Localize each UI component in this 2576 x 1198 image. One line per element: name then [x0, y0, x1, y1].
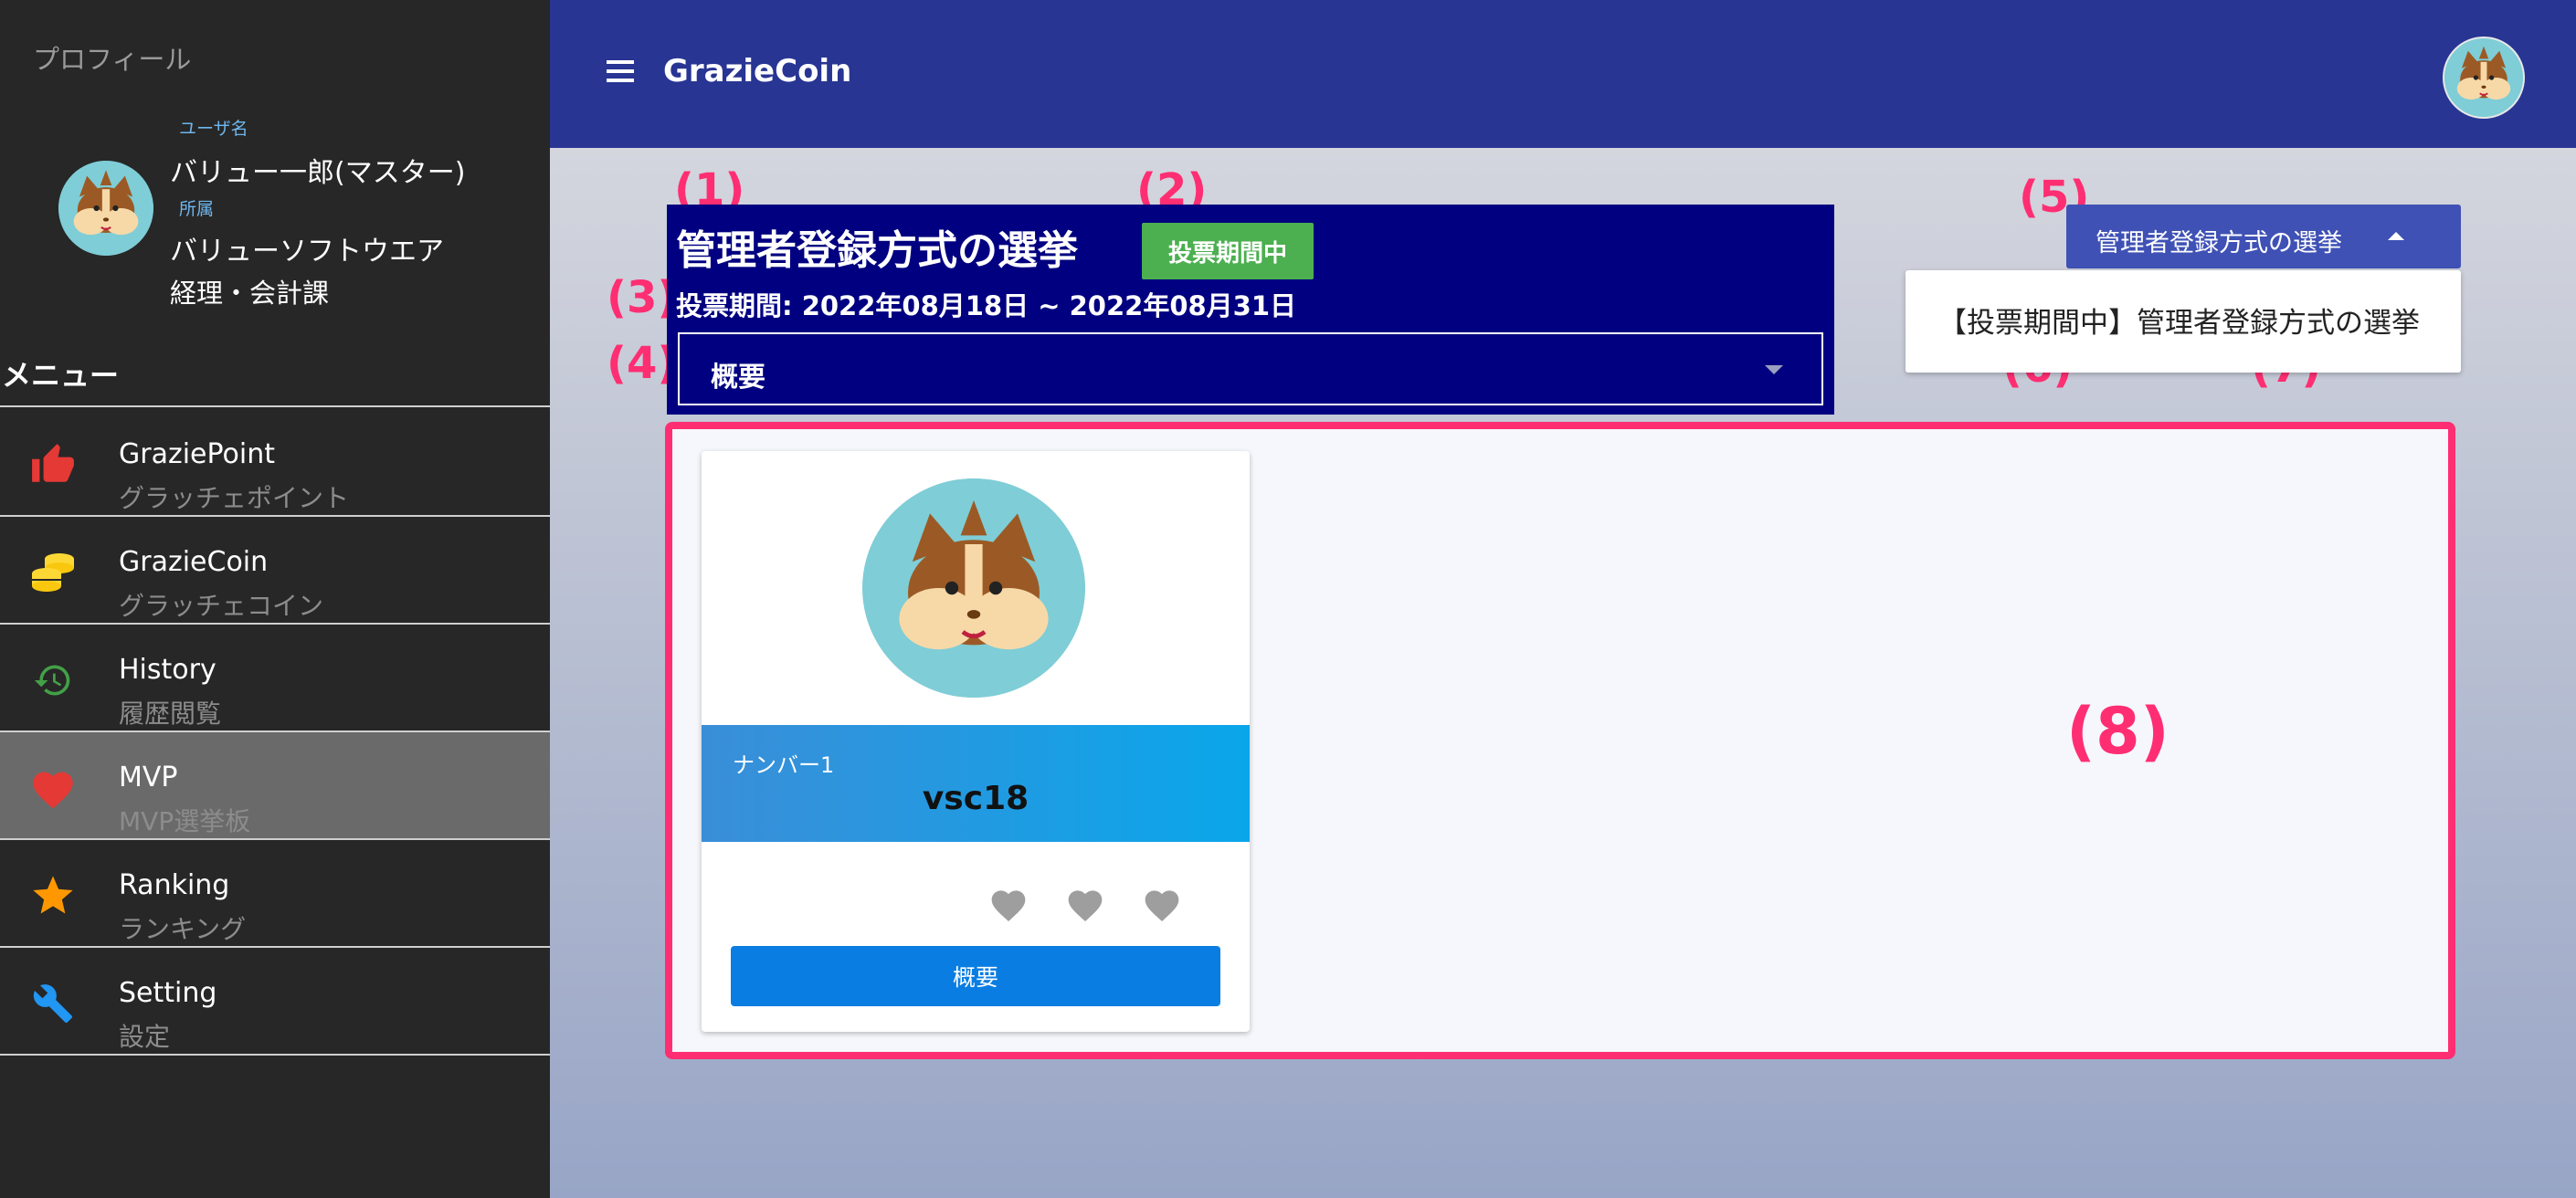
star-icon: [26, 873, 80, 919]
sidebar-menu: GraziePoint グラッチェポイント GrazieCoin グラッチェコイ…: [0, 409, 550, 1056]
user-name-label: ユーザ名: [179, 119, 248, 139]
account-avatar[interactable]: [2443, 37, 2525, 119]
sidebar-item-title: MVP: [119, 762, 178, 793]
sidebar-item-subtitle: 履歴閲覧: [119, 699, 222, 729]
menu-title: メニュー: [2, 358, 120, 393]
sidebar-item-subtitle: グラッチェポイント: [119, 483, 350, 513]
sidebar-item-title: GrazieCoin: [119, 546, 269, 578]
sidebar-item-subtitle: 設定: [119, 1022, 171, 1052]
sidebar-item-title: History: [119, 654, 216, 686]
vote-hearts: [988, 884, 1226, 924]
thumbs-up-icon: [26, 442, 80, 488]
overview-select-value: 概要: [711, 362, 765, 394]
overview-button[interactable]: 概要: [731, 946, 1220, 1006]
sidebar-item-history[interactable]: History 履歴閲覧: [0, 625, 550, 732]
chevron-up-icon: [2388, 232, 2404, 240]
org-name: バリューソフトウエア: [170, 236, 444, 268]
sidebar-item-graziepoint[interactable]: GraziePoint グラッチェポイント: [0, 409, 550, 517]
sidebar-item-graziecoin[interactable]: GrazieCoin グラッチェコイン: [0, 517, 550, 625]
sidebar: プロフィール ユーザ名 バリュー一郎(マスター) 所属 バリューソフトウエア 経…: [0, 0, 550, 1198]
coins-icon: [26, 550, 80, 595]
sidebar-item-setting[interactable]: Setting 設定: [0, 948, 550, 1056]
voting-period: 投票期間: 2022年08月18日 ~ 2022年08月31日: [676, 290, 1297, 321]
sidebar-item-subtitle: グラッチェコイン: [119, 591, 324, 621]
history-icon: [26, 657, 80, 703]
app-bar: GrazieCoin: [550, 0, 2576, 148]
org-label: 所属: [179, 199, 215, 219]
heart-icon: [26, 765, 80, 811]
app-title: GrazieCoin: [663, 53, 852, 89]
heart-vote-icon[interactable]: [988, 884, 1029, 924]
user-avatar: [58, 161, 153, 256]
election-dropdown-menu: 【投票期間中】管理者登録方式の選挙: [1906, 270, 2461, 373]
election-select-label: 管理者登録方式の選挙: [2096, 229, 2342, 257]
sidebar-item-title: Setting: [119, 977, 217, 1009]
election-select-button[interactable]: 管理者登録方式の選挙: [2066, 205, 2461, 268]
candidates-area: ナンバー1 vsc18 概要 (8): [665, 422, 2455, 1059]
candidate-rank: ナンバー1: [733, 752, 835, 778]
election-title: 管理者登録方式の選挙: [676, 227, 1078, 274]
overview-select[interactable]: 概要: [678, 332, 1823, 405]
candidate-band: ナンバー1 vsc18: [702, 725, 1250, 842]
candidate-avatar: [862, 478, 1085, 698]
heart-vote-icon[interactable]: [1142, 884, 1182, 924]
election-panel: 管理者登録方式の選挙 投票期間中 投票期間: 2022年08月18日 ~ 202…: [667, 205, 1834, 415]
chevron-down-icon: [1765, 365, 1783, 374]
sidebar-item-subtitle: ランキング: [119, 914, 247, 944]
menu-divider: [0, 405, 550, 407]
election-menu-item[interactable]: 【投票期間中】管理者登録方式の選挙: [1938, 300, 2420, 341]
sidebar-item-mvp[interactable]: MVP MVP選挙板: [0, 732, 550, 840]
wrench-icon: [26, 981, 80, 1026]
chipmunk-avatar-icon: [864, 478, 1083, 698]
sidebar-item-subtitle: MVP選挙板: [119, 806, 251, 836]
chipmunk-avatar-icon: [2444, 38, 2523, 117]
status-badge: 投票期間中: [1142, 223, 1314, 279]
heart-vote-icon[interactable]: [1065, 884, 1105, 924]
annotation-8: (8): [2066, 694, 2170, 769]
sidebar-item-ranking[interactable]: Ranking ランキング: [0, 840, 550, 948]
profile-title: プロフィール: [33, 44, 192, 75]
sidebar-item-title: GraziePoint: [119, 438, 275, 470]
candidate-card: ナンバー1 vsc18 概要: [702, 451, 1250, 1032]
sidebar-item-title: Ranking: [119, 869, 230, 901]
chipmunk-avatar-icon: [58, 161, 153, 256]
department: 経理・会計課: [170, 278, 330, 309]
candidate-name: vsc18: [922, 780, 1029, 817]
main-content: GrazieCoin (1) (2) (3) (4) (5) (6) (7): [550, 0, 2576, 1198]
user-name: バリュー一郎(マスター): [170, 157, 466, 189]
hamburger-menu-icon[interactable]: [607, 60, 634, 82]
